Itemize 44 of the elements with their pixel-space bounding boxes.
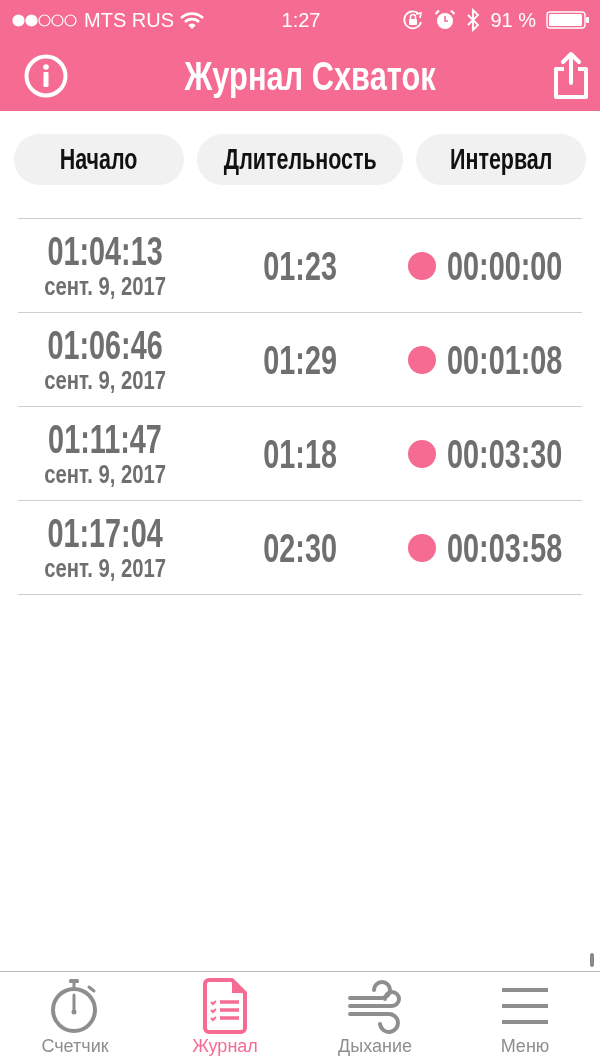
status-dot-icon xyxy=(408,439,436,468)
battery-icon xyxy=(546,11,590,29)
info-button[interactable] xyxy=(24,53,68,98)
start-time: 01:11:47 xyxy=(48,418,162,461)
tab-item[interactable]: Журнал xyxy=(150,972,300,1063)
tab-item[interactable]: Счетчик xyxy=(0,972,150,1063)
duration: 01:29 xyxy=(263,338,337,381)
share-button[interactable] xyxy=(552,51,590,100)
duration: 02:30 xyxy=(263,526,337,569)
start-date: сент. 9, 2017 xyxy=(44,554,166,583)
bluetooth-icon xyxy=(466,8,481,32)
signal-strength-icon xyxy=(12,13,78,27)
duration: 01:23 xyxy=(263,244,337,287)
column-sort-button[interactable]: Начало xyxy=(14,134,184,185)
status-dot-icon xyxy=(408,345,436,374)
wifi-icon xyxy=(180,11,204,29)
alarm-clock-icon xyxy=(434,9,457,31)
duration: 01:18 xyxy=(263,432,337,475)
info-icon xyxy=(24,53,68,98)
start-time: 01:06:46 xyxy=(47,324,163,367)
checklist-document-icon xyxy=(202,978,248,1034)
column-sort-button[interactable]: Интервал xyxy=(416,134,586,185)
interval: 00:01:08 xyxy=(447,338,563,381)
start-time: 01:04:13 xyxy=(47,230,163,273)
interval: 00:03:58 xyxy=(447,526,563,569)
tab-item[interactable]: Дыхание xyxy=(300,972,450,1063)
tab-item[interactable]: Меню xyxy=(450,972,600,1063)
start-date: сент. 9, 2017 xyxy=(44,366,166,395)
rotation-lock-icon xyxy=(402,9,425,31)
start-time: 01:17:04 xyxy=(47,512,163,555)
status-time: 1:27 xyxy=(281,8,321,32)
carrier-name: MTS RUS xyxy=(84,8,174,32)
column-sort-button[interactable]: Длительность xyxy=(196,134,404,185)
status-dot-icon xyxy=(408,251,436,280)
screen-title: Журнал Схваток xyxy=(184,53,436,98)
wind-icon xyxy=(348,978,402,1034)
scroll-indicator xyxy=(590,953,594,967)
share-icon xyxy=(552,51,590,100)
start-date: сент. 9, 2017 xyxy=(44,460,166,489)
interval: 00:00:00 xyxy=(447,244,563,287)
status-dot-icon xyxy=(408,533,436,562)
start-date: сент. 9, 2017 xyxy=(44,272,166,301)
interval: 00:03:30 xyxy=(447,432,563,475)
battery-percentage: 91 % xyxy=(490,8,536,32)
